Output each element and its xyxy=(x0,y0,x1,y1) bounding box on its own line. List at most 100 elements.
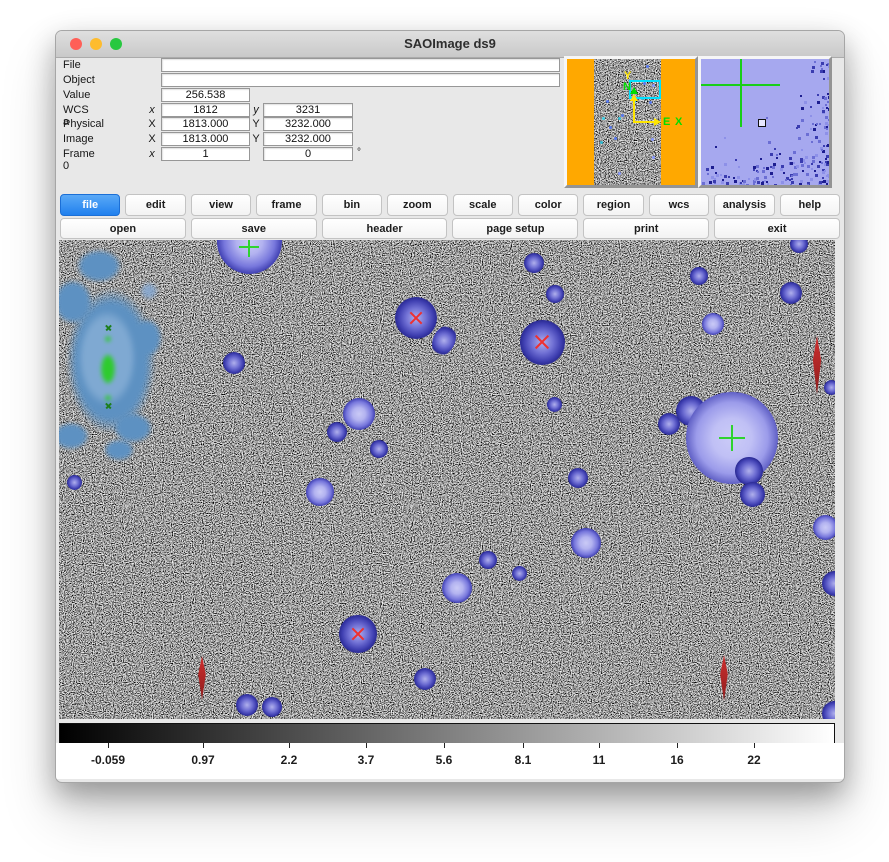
magnifier-noise-pixel xyxy=(781,181,784,184)
magnifier-noise-pixel xyxy=(810,178,813,181)
title-bar[interactable]: SAOImage ds9 xyxy=(56,31,844,58)
panner[interactable]: Y N E X xyxy=(564,56,698,188)
panner-east-label: E xyxy=(663,117,670,127)
magnifier-noise-pixel xyxy=(804,162,806,164)
magnifier-noise-pixel xyxy=(801,119,804,122)
menu-header[interactable]: header xyxy=(322,218,448,239)
magnifier-noise-pixel xyxy=(702,182,705,185)
magnifier-noise-pixel xyxy=(715,172,717,174)
degree-symbol: ° xyxy=(357,147,361,158)
colorbar-gradient[interactable] xyxy=(59,723,835,744)
physical-x-field[interactable]: 1813.000 xyxy=(161,117,250,131)
frame-rotate-field[interactable]: 0 xyxy=(263,147,353,161)
magnifier-noise-pixel xyxy=(817,165,820,168)
magnifier-noise-pixel xyxy=(753,166,756,169)
frame-zoom-field[interactable]: 1 xyxy=(161,147,250,161)
colorbar-tick-label: 5.6 xyxy=(436,753,453,767)
file-field[interactable] xyxy=(161,58,560,72)
magnifier-noise-pixel xyxy=(774,148,776,150)
magnifier-noise-pixel xyxy=(814,185,817,188)
magnifier-noise-pixel xyxy=(740,184,743,187)
magnifier-noise-pixel xyxy=(827,161,830,164)
menu-help[interactable]: help xyxy=(780,194,840,216)
magnifier-noise-pixel xyxy=(772,176,774,178)
magnifier-noise-pixel xyxy=(776,157,778,159)
magnifier-noise-pixel xyxy=(799,183,802,186)
image-y-letter: Y xyxy=(250,133,262,145)
magnifier-noise-pixel xyxy=(814,61,816,63)
wcs-y-field[interactable]: 3231 xyxy=(263,103,353,117)
magnifier-noise-pixel xyxy=(756,165,759,168)
magnifier-noise-pixel xyxy=(715,146,717,148)
magnifier-noise-pixel xyxy=(762,170,765,173)
menu-view[interactable]: view xyxy=(191,194,251,216)
magnifier-noise-pixel xyxy=(766,167,769,170)
magnifier-noise-pixel xyxy=(706,168,709,171)
image-y-field[interactable]: 3232.000 xyxy=(263,132,353,146)
menu-region[interactable]: region xyxy=(583,194,643,216)
magnifier-noise-pixel xyxy=(741,185,743,187)
magnifier-noise-pixel xyxy=(825,158,827,160)
frame-x-letter: x xyxy=(146,148,158,160)
magnifier[interactable] xyxy=(698,56,832,188)
magnifier-noise-pixel xyxy=(767,183,769,185)
menu-bin[interactable]: bin xyxy=(322,194,382,216)
magnifier-noise-pixel xyxy=(811,141,813,143)
colorbar-tick-label: 11 xyxy=(593,753,606,767)
menu-color[interactable]: color xyxy=(518,194,578,216)
colorbar-tick-label: 22 xyxy=(747,753,760,767)
menu-analysis[interactable]: analysis xyxy=(714,194,774,216)
menu-print[interactable]: print xyxy=(583,218,709,239)
menu-open[interactable]: open xyxy=(60,218,186,239)
magnifier-noise-pixel xyxy=(721,181,724,184)
magnifier-noise-pixel xyxy=(724,163,727,166)
magnifier-noise-pixel xyxy=(737,176,740,179)
magnifier-noise-pixel xyxy=(801,107,804,110)
menu-file[interactable]: file xyxy=(60,194,120,216)
image-features xyxy=(59,240,835,719)
magnifier-noise-pixel xyxy=(829,129,831,131)
menu-zoom[interactable]: zoom xyxy=(387,194,447,216)
colorbar-tickmark xyxy=(203,743,204,748)
magnifier-noise-pixel xyxy=(826,128,828,130)
green-cross-marker xyxy=(239,240,259,257)
physical-x-letter: X xyxy=(146,118,158,130)
menu-edit[interactable]: edit xyxy=(125,194,185,216)
physical-y-field[interactable]: 3232.000 xyxy=(263,117,353,131)
magnifier-noise-pixel xyxy=(733,185,736,188)
object-field[interactable] xyxy=(161,73,560,87)
magnifier-noise-pixel xyxy=(791,178,793,180)
menu-wcs[interactable]: wcs xyxy=(649,194,709,216)
image-x-field[interactable]: 1813.000 xyxy=(161,132,250,146)
menu-scale[interactable]: scale xyxy=(453,194,513,216)
star-blob xyxy=(735,457,763,485)
magnifier-noise-pixel xyxy=(828,108,831,111)
menu-page-setup[interactable]: page setup xyxy=(452,218,578,239)
magnifier-noise-pixel xyxy=(806,173,809,176)
star-blob xyxy=(690,267,708,285)
magnifier-noise-pixel xyxy=(820,65,822,67)
panner-star-dot xyxy=(646,65,649,68)
star-blob xyxy=(236,694,259,717)
menu-frame[interactable]: frame xyxy=(256,194,316,216)
magnifier-noise-pixel xyxy=(780,168,783,171)
magnifier-noise-pixel xyxy=(755,185,758,188)
magnifier-noise-pixel xyxy=(802,170,804,172)
magnifier-noise-pixel xyxy=(798,137,801,140)
menu-save[interactable]: save xyxy=(191,218,317,239)
magnifier-noise-pixel xyxy=(824,170,826,172)
panner-star-dot xyxy=(652,156,655,159)
menu-exit[interactable]: exit xyxy=(714,218,840,239)
panner-y-label: Y xyxy=(624,71,631,81)
magnifier-noise-pixel xyxy=(815,174,818,177)
value-field[interactable]: 256.538 xyxy=(161,88,250,102)
magnifier-noise-pixel xyxy=(775,184,777,186)
magnifier-noise-pixel xyxy=(713,180,716,183)
panner-star-dot xyxy=(600,141,603,144)
star-blob xyxy=(512,566,527,581)
main-image[interactable] xyxy=(59,240,835,719)
wcs-x-field[interactable]: 1812 xyxy=(161,103,250,117)
magnifier-noise-pixel xyxy=(791,175,793,177)
magnifier-noise-pixel xyxy=(814,170,816,172)
star-blob xyxy=(306,478,334,506)
